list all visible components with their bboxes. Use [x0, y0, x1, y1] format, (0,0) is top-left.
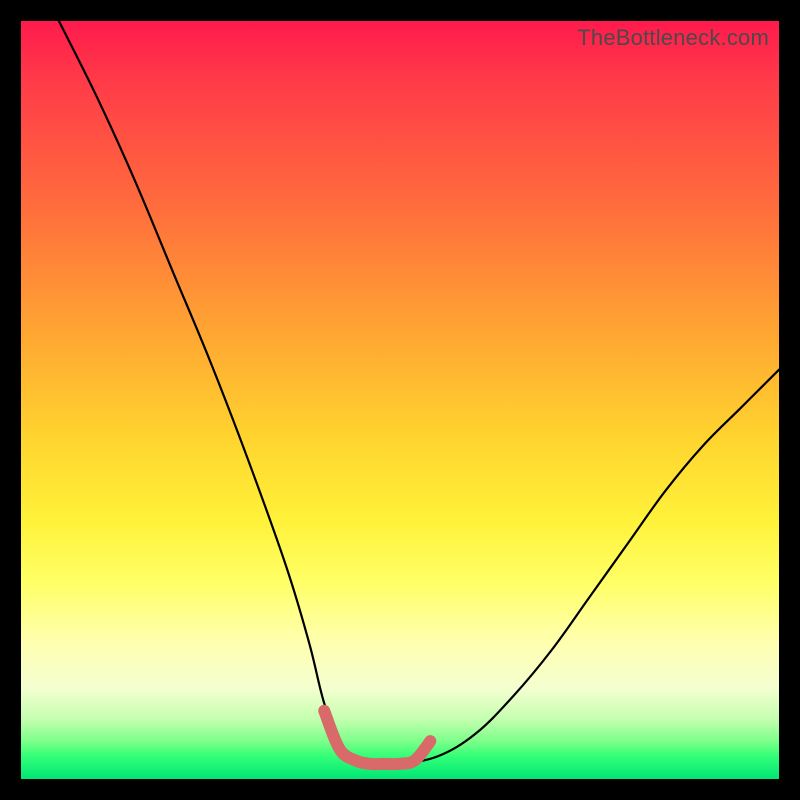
optimal-range-highlight — [324, 711, 430, 764]
chart-svg — [21, 21, 779, 779]
bottleneck-curve — [59, 21, 779, 764]
chart-frame: TheBottleneck.com — [0, 0, 800, 800]
plot-area: TheBottleneck.com — [21, 21, 779, 779]
